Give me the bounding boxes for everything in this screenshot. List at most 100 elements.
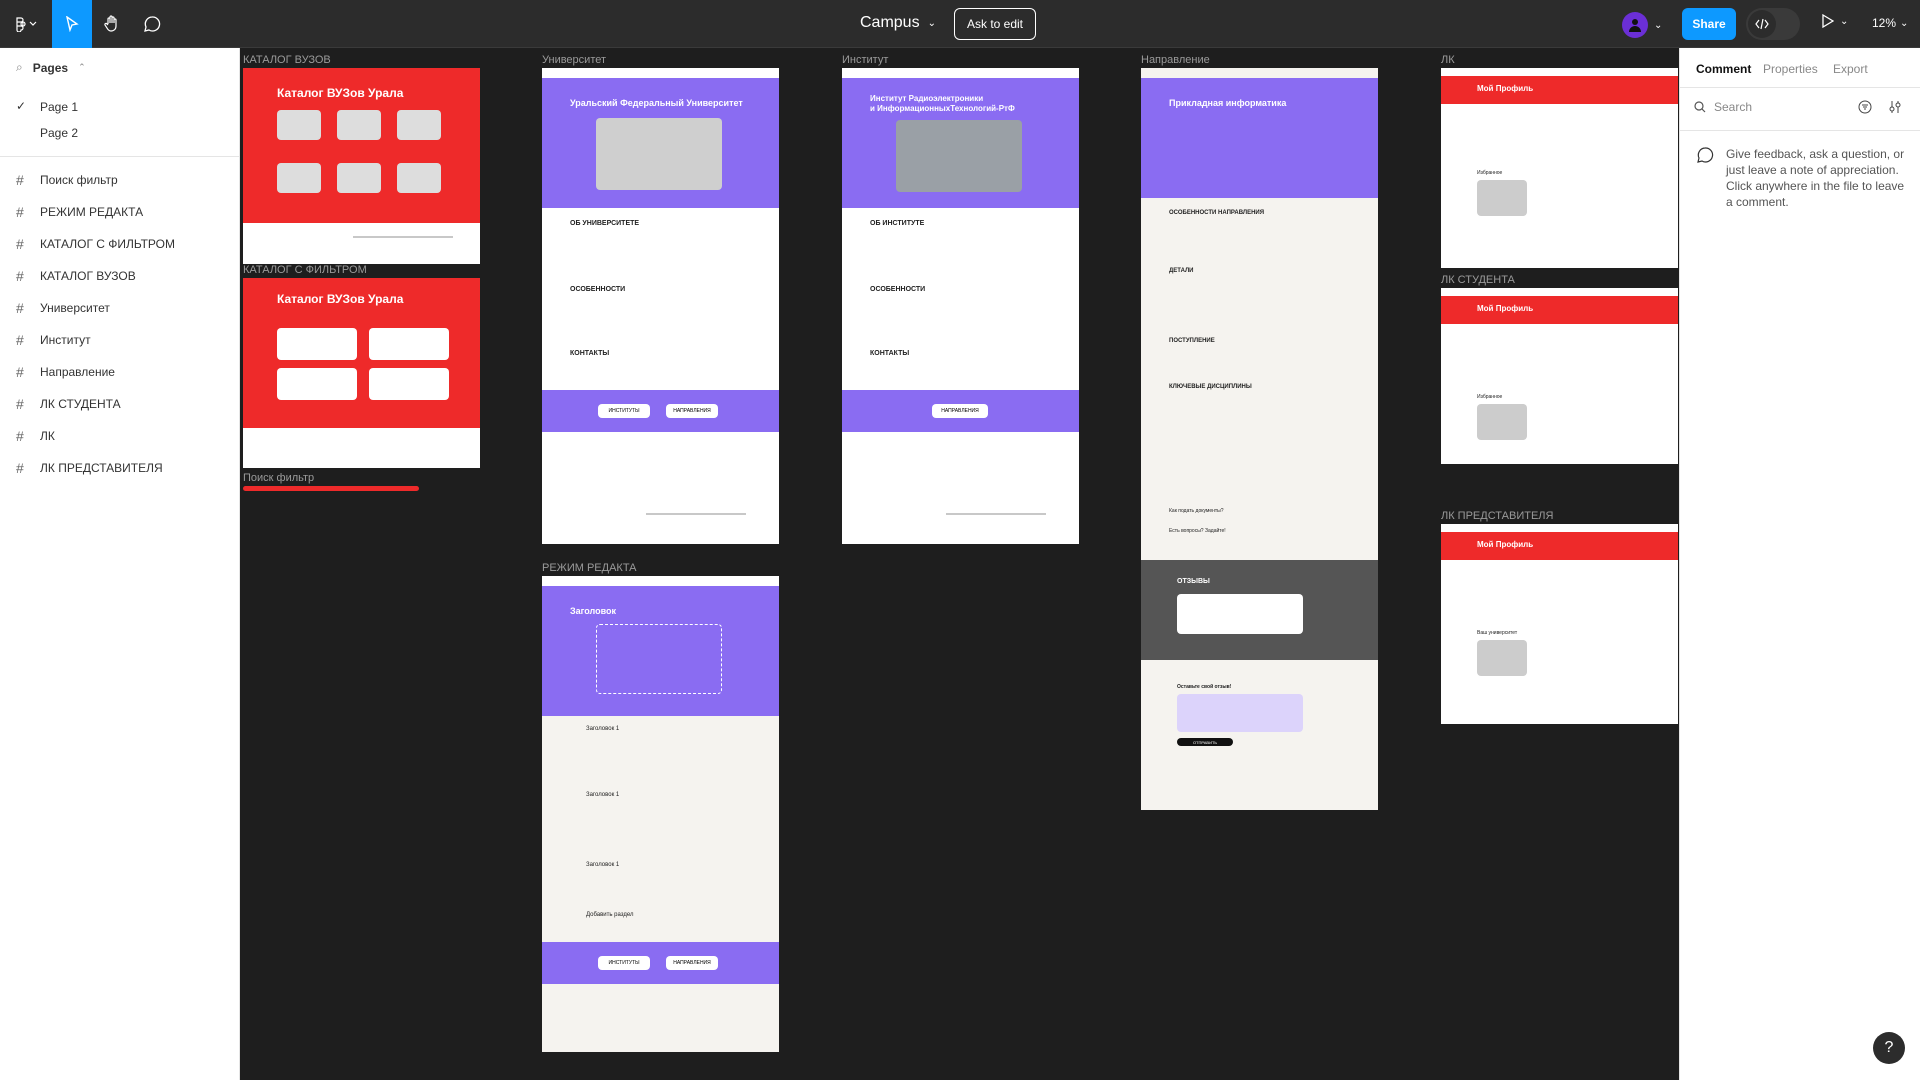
frame-label-institute[interactable]: Институт	[842, 54, 888, 66]
layer-label: Поиск фильтр	[40, 173, 118, 187]
pages-toggle[interactable]: ⌕ Pages ⌃	[16, 60, 86, 75]
ask-to-edit-button[interactable]: Ask to edit	[954, 8, 1036, 40]
image-placeholder[interactable]	[596, 624, 722, 694]
divider	[1680, 87, 1920, 88]
zoom-level: 12%	[1872, 16, 1897, 30]
frame-institute[interactable]: Институт Радиоэлектроники и Информационн…	[842, 68, 1079, 544]
share-button[interactable]: Share	[1682, 8, 1736, 40]
institutes-button[interactable]: ИНСТИТУТЫ	[598, 956, 650, 970]
favorites-title: Избранное	[1477, 170, 1503, 176]
layer-catalog-filter[interactable]: # КАТАЛОГ С ФИЛЬТРОМ	[16, 234, 175, 254]
frame-search-filter[interactable]	[243, 486, 419, 491]
layer-institute[interactable]: # Институт	[16, 330, 91, 350]
layer-label: Институт	[40, 333, 91, 347]
layer-lk-rep[interactable]: # ЛК ПРЕДСТАВИТЕЛЯ	[16, 458, 163, 478]
comment-tool-button[interactable]	[132, 0, 172, 48]
comment-tool-icon	[144, 16, 161, 32]
bottom-banner	[542, 942, 779, 984]
frame-label-direction[interactable]: Направление	[1141, 54, 1210, 66]
comment-search[interactable]: Search	[1694, 100, 1752, 114]
university-photo	[596, 118, 722, 190]
file-title-dropdown[interactable]: Campus ⌄	[860, 14, 936, 32]
footer-line	[946, 513, 1046, 515]
frame-icon: #	[16, 428, 24, 444]
layer-label: ЛК ПРЕДСТАВИТЕЛЯ	[40, 461, 163, 475]
layer-edit-mode[interactable]: # РЕЖИМ РЕДАКТА	[16, 202, 143, 222]
page-item-1[interactable]: Page 1	[40, 100, 78, 114]
layer-label: РЕЖИМ РЕДАКТА	[40, 205, 144, 219]
layer-catalog[interactable]: # КАТАЛОГ ВУЗОВ	[16, 266, 136, 286]
tab-comment[interactable]: Comment	[1696, 62, 1751, 76]
layer-university[interactable]: # Университет	[16, 298, 110, 318]
section-details: ДЕТАЛИ	[1169, 268, 1194, 274]
frame-label-lk[interactable]: ЛК	[1441, 54, 1455, 66]
figma-menu-icon	[16, 17, 37, 32]
filter-card	[277, 328, 357, 360]
review-input[interactable]	[1177, 694, 1303, 732]
institutes-button[interactable]: ИНСТИТУТЫ	[598, 404, 650, 418]
card-image	[337, 163, 381, 193]
send-button[interactable]: ОТПРАВИТЬ	[1177, 738, 1233, 746]
directions-button[interactable]: НАПРАВЛЕНИЯ	[666, 956, 718, 970]
frame-direction[interactable]: Прикладная информатика ОСОБЕННОСТИ НАПРА…	[1141, 68, 1378, 810]
frame-label-catalog[interactable]: КАТАЛОГ ВУЗОВ	[243, 54, 331, 66]
frame-lk-rep[interactable]: Мой Профиль Ваш университет	[1441, 524, 1678, 724]
divider	[1680, 130, 1920, 131]
main-menu-button[interactable]	[0, 0, 52, 48]
layer-label: КАТАЛОГ ВУЗОВ	[40, 269, 136, 283]
frame-label-search-filter[interactable]: Поиск фильтр	[243, 472, 314, 484]
present-button[interactable]: ⌄	[1822, 14, 1848, 28]
help-button[interactable]: ?	[1873, 1032, 1905, 1064]
comment-hint: Give feedback, ask a question, or just l…	[1726, 147, 1905, 209]
section-admission: ПОСТУПЛЕНИЕ	[1169, 338, 1215, 344]
frame-catalog-filter[interactable]: Каталог ВУЗов Урала	[243, 278, 480, 468]
layer-label: КАТАЛОГ С ФИЛЬТРОМ	[40, 237, 175, 251]
layer-direction[interactable]: # Направление	[16, 362, 115, 382]
how-to-apply: Как подать документы?	[1169, 508, 1224, 514]
frame-icon: #	[16, 364, 24, 380]
frame-catalog[interactable]: Каталог ВУЗов Урала	[243, 68, 480, 264]
tab-properties[interactable]: Properties	[1763, 62, 1818, 76]
move-tool-button[interactable]	[52, 0, 92, 48]
page-item-2[interactable]: Page 2	[40, 126, 78, 140]
university-title: Уральский Федеральный Университет	[570, 98, 743, 108]
frame-university[interactable]: Уральский Федеральный Университет ОБ УНИ…	[542, 68, 779, 544]
check-icon: ✓	[16, 99, 27, 113]
filter-icon[interactable]	[1858, 100, 1872, 119]
frame-icon: #	[16, 236, 24, 252]
tab-export[interactable]: Export	[1833, 62, 1868, 76]
frame-label-lk-student[interactable]: ЛК СТУДЕНТА	[1441, 274, 1515, 286]
profile-title: Мой Профиль	[1477, 84, 1534, 93]
frame-label-university[interactable]: Университет	[542, 54, 606, 66]
section-disciplines: КЛЮЧЕВЫЕ ДИСЦИПЛИНЫ	[1169, 384, 1252, 390]
user-menu[interactable]: ⌄	[1622, 12, 1662, 38]
directions-button[interactable]: НАПРАВЛЕНИЯ	[932, 404, 988, 418]
favorite-card-image	[1477, 180, 1527, 216]
section-about: ОБ ИНСТИТУТЕ	[870, 220, 925, 227]
canvas[interactable]: КАТАЛОГ ВУЗОВ Каталог ВУЗов Урала КАТАЛО…	[241, 48, 1678, 1080]
directions-button[interactable]: НАПРАВЛЕНИЯ	[666, 404, 718, 418]
frame-icon: #	[16, 172, 24, 188]
hand-tool-button[interactable]	[92, 0, 132, 48]
filter-card	[369, 368, 449, 400]
frame-label-edit-mode[interactable]: РЕЖИМ РЕДАКТА	[542, 562, 637, 574]
frame-edit-mode[interactable]: Заголовок Заголовок 1 Заголовок 1 Заголо…	[542, 576, 779, 1052]
frame-lk-student[interactable]: Мой Профиль Избранное	[1441, 288, 1678, 464]
add-section-button[interactable]: Добавить раздел	[586, 912, 634, 918]
sub-heading: Заголовок 1	[586, 726, 620, 732]
frame-label-catalog-filter[interactable]: КАТАЛОГ С ФИЛЬТРОМ	[243, 264, 367, 276]
layer-search-filter[interactable]: # Поиск фильтр	[16, 170, 118, 190]
card-image	[397, 163, 441, 193]
profile-title: Мой Профиль	[1477, 540, 1534, 549]
layer-lk-student[interactable]: # ЛК СТУДЕНТА	[16, 394, 121, 414]
search-input[interactable]: Search	[1714, 100, 1752, 114]
frame-lk[interactable]: Мой Профиль Избранное	[1441, 68, 1678, 268]
properties-panel: Comment Properties Export Search Give fe…	[1679, 48, 1920, 1080]
search-icon	[1694, 101, 1706, 113]
frame-label-lk-rep[interactable]: ЛК ПРЕДСТАВИТЕЛЯ	[1441, 510, 1553, 522]
filter-card	[369, 328, 449, 360]
settings-sliders-icon[interactable]	[1888, 100, 1902, 119]
layer-lk[interactable]: # ЛК	[16, 426, 55, 446]
dev-mode-toggle[interactable]	[1746, 8, 1800, 40]
zoom-dropdown[interactable]: 12% ⌄	[1872, 16, 1908, 30]
